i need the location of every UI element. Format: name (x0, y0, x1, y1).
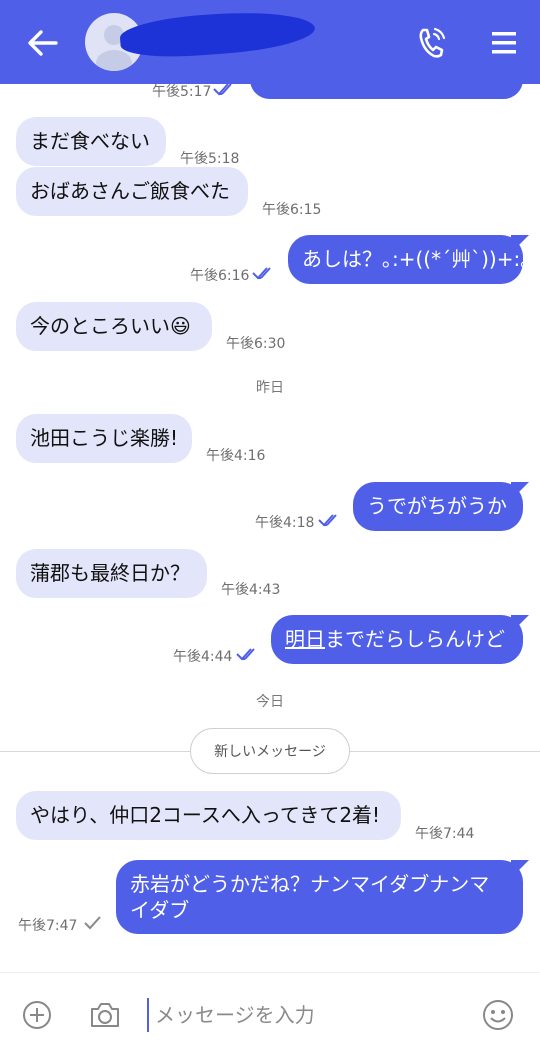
message-time: 午後6:15 (262, 202, 322, 218)
date-link[interactable]: 明日 (285, 627, 325, 651)
new-messages-label: 新しいメッセージ (190, 728, 350, 774)
message-time: 午後7:47 (18, 918, 78, 934)
message-bubble-incoming[interactable]: 蒲郡も最終日か？ (16, 549, 207, 598)
read-check-icon (318, 514, 337, 527)
message-time: 午後6:16 (190, 268, 250, 284)
message-time: 午後4:43 (221, 582, 281, 598)
chat-header (0, 0, 540, 84)
message-input[interactable] (147, 998, 455, 1032)
read-check-icon (236, 648, 255, 661)
smiley-icon[interactable] (482, 999, 514, 1031)
sent-check-icon (84, 916, 101, 930)
message-time: 午後4:16 (206, 448, 266, 464)
message-time: 午後4:44 (173, 649, 233, 665)
message-time: 午後4:18 (255, 515, 315, 531)
message-bubble-incoming[interactable]: 池田こうじ楽勝! (16, 414, 192, 463)
date-separator: 今日 (256, 694, 284, 710)
message-time: 午後6:30 (226, 336, 286, 352)
message-bubble-outgoing[interactable]: 赤岩がどうかだね？ナンマイダブナンマ イダブ (116, 860, 523, 934)
hamburger-menu-icon[interactable] (490, 30, 518, 56)
phone-icon[interactable] (416, 26, 446, 60)
message-bubble-incoming[interactable]: おばあさんご飯食べた (16, 167, 248, 216)
message-time: 午後5:18 (180, 151, 240, 167)
message-time: 午後5:17 (152, 84, 212, 100)
message-bubble-incoming[interactable]: やはり、仲口2コースへ入ってきて2着! (16, 791, 401, 840)
camera-icon[interactable] (89, 1001, 121, 1029)
smiley-emoji: 😃 (170, 314, 191, 338)
message-bubble-outgoing[interactable]: あしは？｡:+((*´艸`))+:｡ (288, 235, 530, 284)
plus-circle-icon[interactable] (22, 1000, 52, 1030)
message-bubble-outgoing[interactable]: うでがちがうか (353, 482, 523, 531)
message-bubble-incoming[interactable]: まだ食べない (16, 117, 166, 166)
message-bubble-outgoing[interactable]: 明日までだらしらんけど (271, 615, 523, 664)
arrow-left-icon[interactable] (26, 28, 58, 58)
message-time: 午後7:44 (415, 826, 475, 842)
message-bubble-incoming[interactable]: 今のところいい😃 (16, 302, 212, 351)
date-separator: 昨日 (256, 380, 284, 396)
read-check-icon (213, 83, 232, 96)
contact-name[interactable] (118, 7, 317, 61)
read-check-icon (252, 267, 271, 280)
